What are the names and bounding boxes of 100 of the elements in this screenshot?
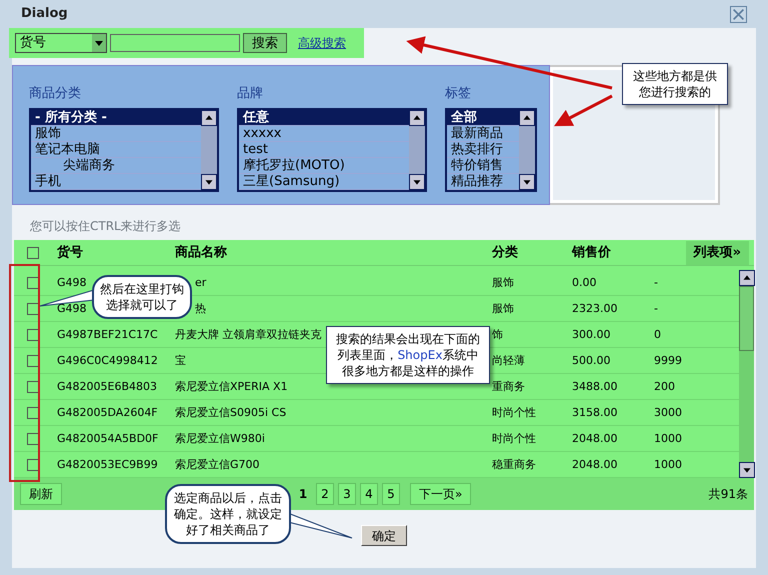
confirm-button[interactable]: 确定: [361, 525, 407, 546]
list-option[interactable]: 任意: [239, 110, 409, 126]
list-option[interactable]: 手机: [31, 174, 201, 190]
row-checkbox[interactable]: [26, 406, 38, 418]
scrollbar[interactable]: [739, 270, 754, 478]
row-checkbox[interactable]: [26, 276, 38, 288]
refresh-button[interactable]: 刷新: [20, 483, 62, 505]
table-cell: 服饰: [492, 302, 514, 316]
table-cell: 200: [654, 380, 675, 394]
row-checkbox[interactable]: [26, 432, 38, 444]
list-option[interactable]: - 所有分类 -: [31, 110, 201, 126]
arrow: [554, 94, 613, 126]
scroll-up-icon[interactable]: [519, 110, 535, 126]
table-cell: G4820053EC9B99: [57, 458, 158, 472]
page-button[interactable]: 1: [294, 483, 312, 505]
list-option[interactable]: 三星(Samsung): [239, 174, 409, 190]
column-header: 货号: [56, 244, 84, 262]
table-cell: 2048.00: [572, 432, 618, 446]
table-cell: 稳重商务: [492, 458, 536, 472]
filter-label: 标签: [445, 85, 472, 103]
table-cell: 1000: [654, 458, 682, 472]
row-checkbox[interactable]: [26, 458, 38, 470]
list-box[interactable]: - 所有分类 - 服饰 笔记本电脑 尖端商务 手机: [29, 108, 219, 192]
table-cell: G496C0C4998412: [57, 354, 158, 368]
list-box[interactable]: 任意 xxxxx test 摩托罗拉(MOTO) 三星(Samsung): [237, 108, 427, 192]
column-header: 商品名称: [174, 244, 228, 262]
table-cell: 500.00: [572, 354, 610, 368]
table-cell: 重商务: [492, 380, 525, 394]
table-cell: 300.00: [572, 328, 610, 342]
table-cell: 尚轻薄: [492, 354, 525, 368]
list-option[interactable]: 服饰: [31, 126, 201, 142]
scrollbar[interactable]: [409, 110, 425, 190]
callout-text: 然后在这里打钩选择就可以了: [100, 282, 184, 312]
row-checkbox[interactable]: [26, 328, 38, 340]
callout-text: 搜索的结果会出现在下面的列表里面，ShopEx系统中很多地方都是这样的操作: [336, 332, 480, 378]
row-checkbox[interactable]: [26, 380, 38, 392]
table-cell: 热: [195, 302, 206, 316]
table-cell: 3488.00: [572, 380, 618, 394]
table-cell: 服饰: [492, 276, 514, 290]
search-button[interactable]: 搜索: [243, 33, 287, 53]
scrollbar[interactable]: [201, 110, 217, 190]
column-menu-button[interactable]: 列表项»: [686, 240, 749, 264]
search-field[interactable]: [110, 34, 240, 52]
table-cell: 0: [654, 328, 661, 342]
list-option[interactable]: test: [239, 142, 409, 158]
page-button[interactable]: 3: [338, 483, 356, 505]
list-option[interactable]: 摩托罗拉(MOTO): [239, 158, 409, 174]
table-cell: 索尼爱立信S0905i CS: [175, 406, 286, 420]
list-option[interactable]: 尖端商务: [31, 158, 201, 174]
list-option[interactable]: xxxxx: [239, 126, 409, 142]
list-option[interactable]: 全部: [447, 110, 519, 126]
table-cell: G482005E6B4803: [57, 380, 158, 394]
dropdown-icon: [92, 34, 106, 52]
table-cell: 饰: [492, 328, 503, 342]
table-cell: 0.00: [572, 276, 596, 290]
list-option[interactable]: 笔记本电脑: [31, 142, 201, 158]
scroll-down-icon[interactable]: [409, 174, 425, 190]
scroll-up-icon[interactable]: [201, 110, 217, 126]
table-cell: G482005DA2604F: [57, 406, 158, 420]
table-cell: G498: [57, 302, 87, 316]
row-checkbox[interactable]: [26, 354, 38, 366]
close-icon[interactable]: [730, 6, 747, 22]
total-count: 共91条: [708, 486, 748, 503]
table-cell: G4987BEF21C17C: [57, 328, 158, 342]
list-box[interactable]: 全部 最新商品 热卖排行 特价销售 精品推荐: [445, 108, 537, 192]
checkbox[interactable]: [26, 246, 38, 258]
table-cell: 时尚个性: [492, 406, 536, 420]
table-cell: er: [195, 276, 206, 290]
page-button[interactable]: 2: [316, 483, 334, 505]
callout-text: 选定商品以后，点击确定。这样，就设定好了相关商品了: [174, 491, 282, 537]
advanced-search-link[interactable]: 高级搜索: [298, 34, 346, 52]
column-header: 销售价: [570, 244, 612, 262]
page-button[interactable]: 4: [360, 483, 378, 505]
table-cell: G498: [57, 276, 87, 290]
table-cell: 丹麦大牌 立领肩章双拉链夹克: [175, 328, 322, 342]
page-button[interactable]: 5: [382, 483, 400, 505]
scroll-down-icon[interactable]: [201, 174, 217, 190]
scroll-up-icon[interactable]: [739, 270, 755, 286]
table-cell: G4820054A5BD0F: [57, 432, 158, 446]
scroll-down-icon[interactable]: [739, 462, 755, 478]
scroll-up-icon[interactable]: [409, 110, 425, 126]
window-title: Dialog: [21, 5, 68, 24]
table-cell: 2323.00: [572, 302, 618, 316]
table-cell: 索尼爱立信W980i: [175, 432, 265, 446]
field-select[interactable]: 货号: [15, 33, 107, 53]
row-checkbox[interactable]: [26, 302, 38, 314]
next-page-button[interactable]: 下一页»: [410, 483, 472, 505]
table-cell: 时尚个性: [492, 432, 536, 446]
table-cell: 3158.00: [572, 406, 618, 420]
column-header: 分类: [490, 244, 519, 262]
table-cell: 2048.00: [572, 458, 618, 472]
scroll-thumb[interactable]: [739, 286, 754, 351]
table-cell: 3000: [654, 406, 682, 420]
table-cell: -: [654, 276, 658, 290]
table-cell: 1000: [654, 432, 682, 446]
table-cell: 9999: [654, 354, 682, 368]
table-cell: -: [654, 302, 658, 316]
filter-label: 商品分类: [29, 85, 82, 103]
scroll-down-icon[interactable]: [519, 174, 535, 190]
scrollbar[interactable]: [519, 110, 535, 190]
